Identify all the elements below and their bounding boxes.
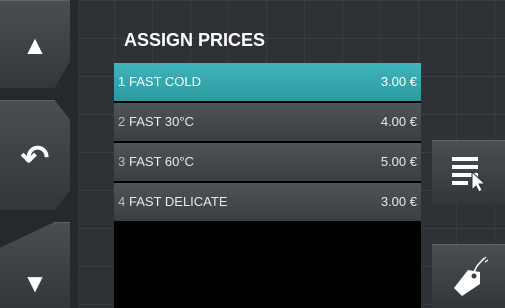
back-arrow-icon: ↶ (20, 139, 50, 177)
program-list: 1 FAST COLD 3.00 € 2 FAST 30°C 4.00 € 3 … (114, 63, 421, 308)
program-name: FAST COLD (129, 74, 202, 89)
assign-price-button[interactable] (432, 244, 505, 308)
program-price: 4.00 € (380, 114, 417, 129)
program-name: FAST 30°C (129, 114, 194, 129)
program-number: 3 (118, 154, 126, 169)
program-row[interactable]: 1 FAST COLD 3.00 € (114, 63, 421, 101)
scroll-up-button[interactable]: ▲ (0, 0, 70, 88)
program-row[interactable]: 4 FAST DELICATE 3.00 € (114, 183, 421, 221)
program-price: 3.00 € (380, 194, 417, 209)
price-tag-icon (454, 256, 489, 296)
select-list-button[interactable] (432, 140, 505, 204)
list-select-icon (452, 157, 487, 192)
program-number: 2 (118, 114, 126, 129)
program-row[interactable]: 3 FAST 60°C 5.00 € (114, 143, 421, 181)
program-price: 3.00 € (380, 74, 417, 89)
program-number: 1 (118, 74, 126, 89)
page-title: ASSIGN PRICES (124, 30, 266, 50)
program-row[interactable]: 2 FAST 30°C 4.00 € (114, 103, 421, 141)
program-name: FAST 60°C (129, 154, 194, 169)
back-button[interactable]: ↶ (0, 100, 70, 210)
arrow-up-icon: ▲ (22, 30, 48, 60)
program-name: FAST DELICATE (129, 194, 228, 209)
program-price: 5.00 € (380, 154, 417, 169)
program-number: 4 (118, 194, 126, 209)
arrow-down-icon: ▼ (22, 268, 48, 298)
